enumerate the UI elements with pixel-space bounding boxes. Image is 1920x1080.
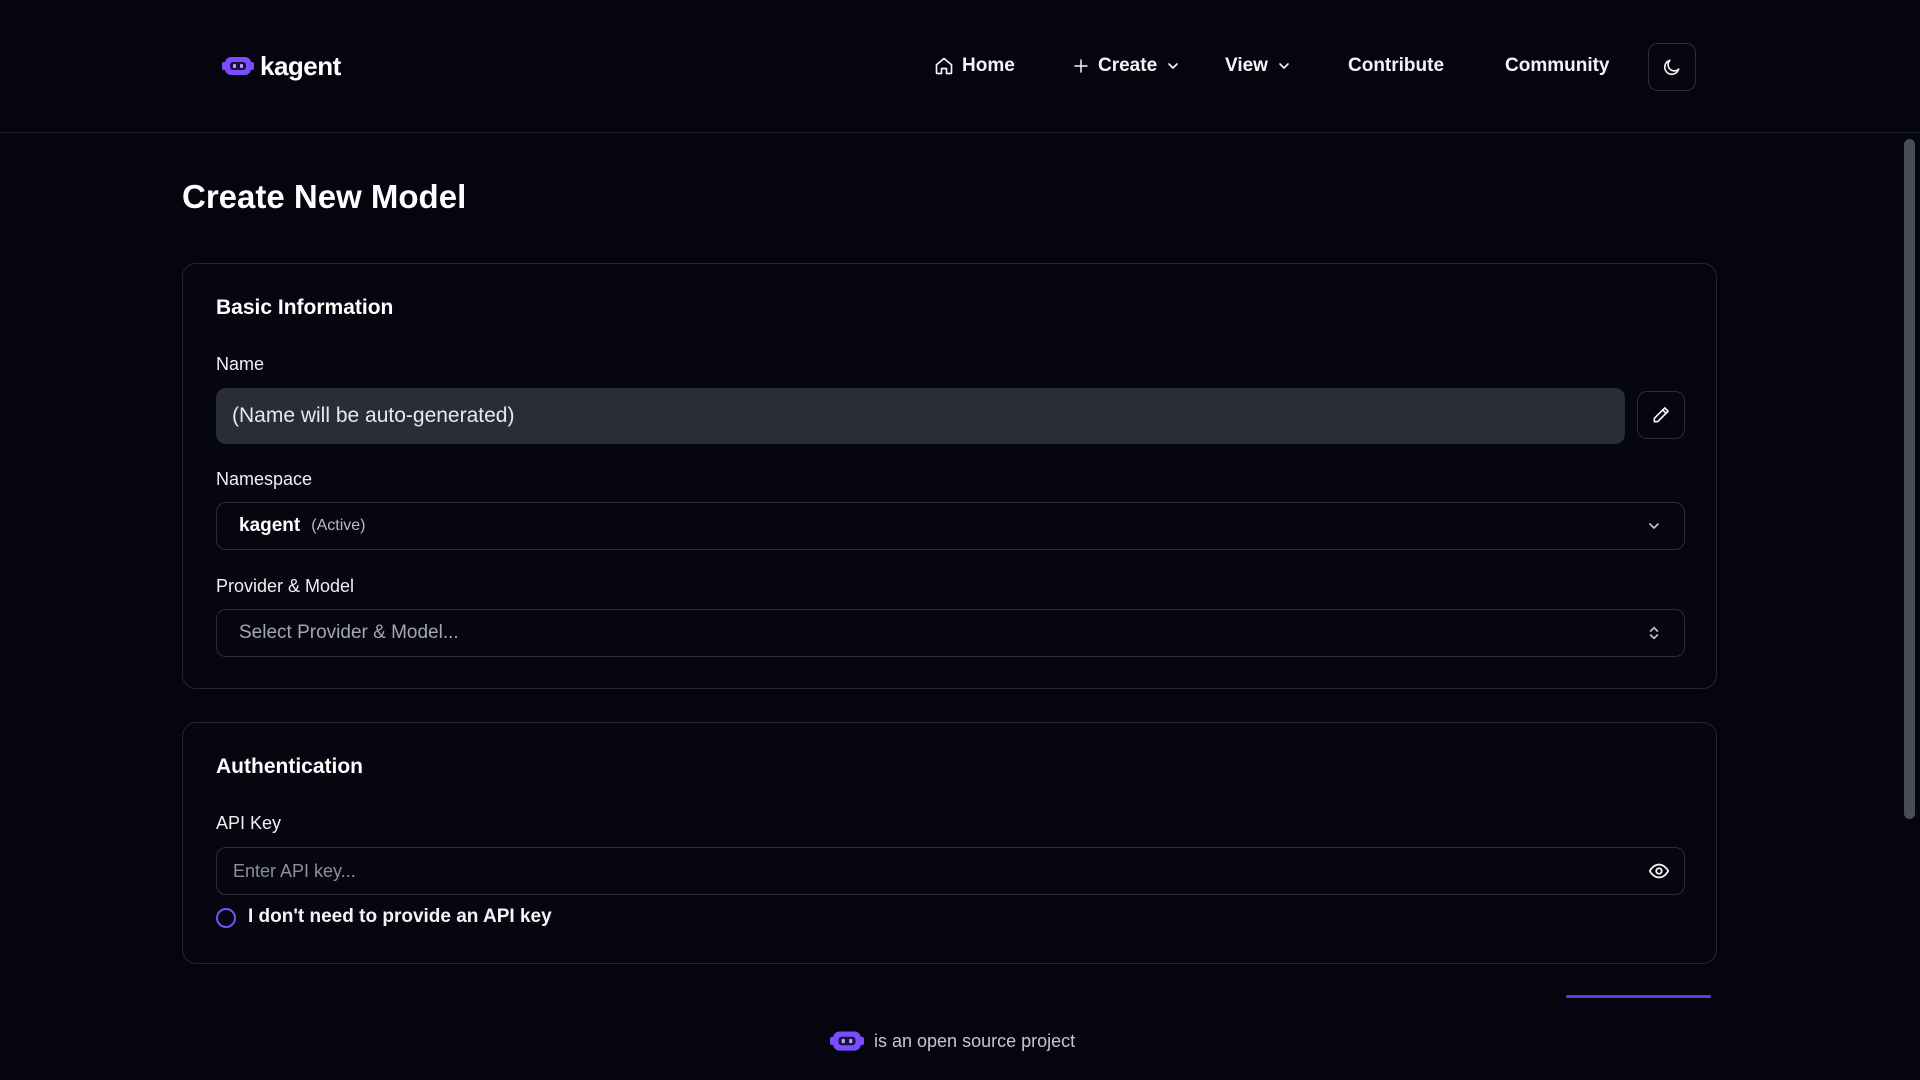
- namespace-status: (Active): [311, 517, 366, 534]
- api-key-input[interactable]: Enter API key...: [216, 847, 1685, 895]
- provider-model-label: Provider & Model: [216, 576, 355, 596]
- chevron-up-down-icon: [1649, 626, 1659, 640]
- nav-home-label: Home: [962, 55, 1015, 76]
- basic-information-card: Basic Information Name (Name will be aut…: [182, 263, 1717, 689]
- nav-view-label: View: [1225, 55, 1268, 76]
- footer: is an open source project: [830, 1026, 1075, 1056]
- name-label: Name: [216, 354, 265, 374]
- authentication-card: Authentication API Key Enter API key... …: [182, 722, 1717, 964]
- namespace-select[interactable]: kagent (Active): [216, 502, 1685, 550]
- page-title: Create New Model: [182, 178, 467, 215]
- nav-community[interactable]: Community: [1505, 44, 1610, 88]
- authentication-title: Authentication: [216, 755, 363, 778]
- name-input[interactable]: (Name will be auto-generated): [216, 388, 1625, 444]
- nav-community-label: Community: [1505, 55, 1610, 76]
- nav-create[interactable]: Create: [1072, 44, 1181, 88]
- pencil-icon: [1653, 407, 1669, 423]
- nav-view[interactable]: View: [1225, 44, 1292, 88]
- top-navigation-bar: kagent Home Create View Contribute Commu…: [0, 0, 1920, 133]
- eye-icon[interactable]: [1648, 860, 1670, 882]
- chevron-down-icon: [1279, 63, 1289, 69]
- kagent-logo-icon: [830, 1031, 864, 1051]
- nav-contribute[interactable]: Contribute: [1348, 44, 1444, 88]
- home-icon: [935, 57, 953, 75]
- theme-toggle-button[interactable]: [1648, 43, 1696, 91]
- main-nav: Home Create View Contribute Community: [0, 44, 1920, 88]
- namespace-value: kagent: [239, 515, 301, 536]
- namespace-label: Namespace: [216, 469, 313, 489]
- chevron-down-icon: [1649, 523, 1659, 529]
- name-value: (Name will be auto-generated): [232, 404, 515, 427]
- basic-information-title: Basic Information: [216, 296, 394, 319]
- footer-text: is an open source project: [874, 1030, 1076, 1051]
- no-api-key-label[interactable]: I don't need to provide an API key: [248, 906, 552, 928]
- api-key-label: API Key: [216, 813, 282, 833]
- provider-model-select[interactable]: Select Provider & Model...: [216, 609, 1685, 657]
- provider-model-placeholder: Select Provider & Model...: [239, 622, 459, 643]
- nav-create-label: Create: [1098, 55, 1158, 76]
- no-api-key-radio[interactable]: [216, 908, 236, 928]
- scrollbar-thumb[interactable]: [1904, 139, 1915, 819]
- chevron-down-icon: [1168, 63, 1178, 69]
- nav-contribute-label: Contribute: [1348, 55, 1445, 76]
- moon-icon: [1663, 59, 1680, 76]
- nav-home[interactable]: Home: [934, 44, 1015, 88]
- edit-name-button[interactable]: [1637, 391, 1685, 439]
- submit-button[interactable]: [1566, 995, 1711, 998]
- plus-icon: [1074, 59, 1088, 73]
- api-key-placeholder: Enter API key...: [233, 860, 356, 881]
